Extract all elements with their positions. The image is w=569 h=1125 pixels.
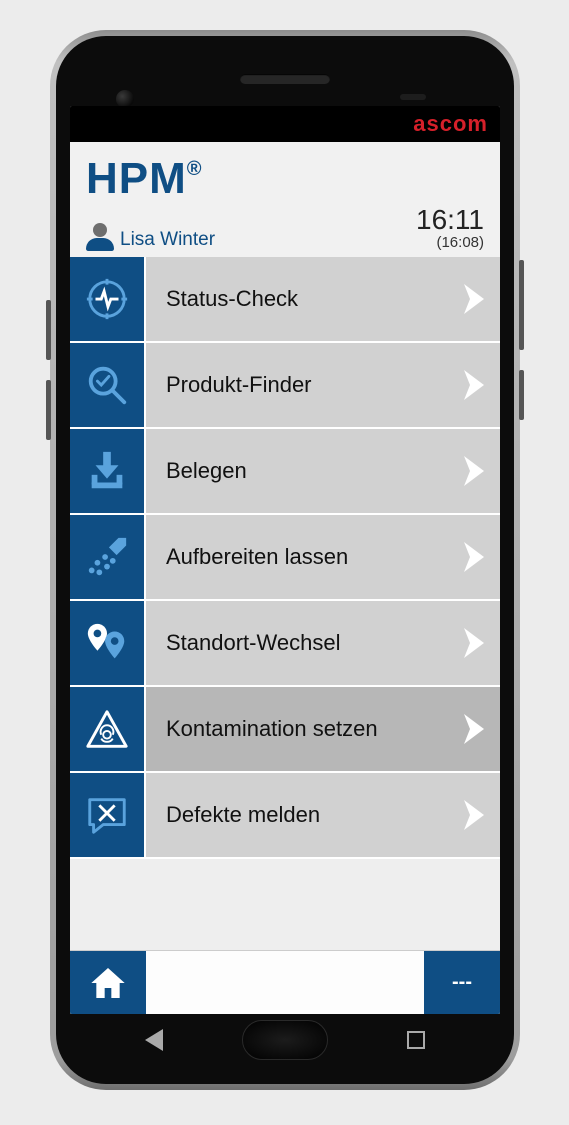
nav-home-button[interactable] <box>242 1020 328 1060</box>
menu-item-kontamination[interactable]: Kontamination setzen <box>70 687 500 773</box>
clock-current: 16:11 <box>416 206 484 234</box>
menu-item-aufbereiten[interactable]: Aufbereiten lassen <box>70 515 500 601</box>
main-menu: Status-Check Produkt-Finder <box>70 257 500 950</box>
biohazard-icon <box>70 687 146 771</box>
android-nav-bar <box>56 1014 514 1066</box>
device-bezel: ascom HPM® Lisa Winter 16:11 (16:0 <box>56 36 514 1084</box>
app-header: HPM® Lisa Winter 16:11 (16:08) <box>70 142 500 257</box>
menu-spacer <box>70 859 500 950</box>
volume-up-button[interactable] <box>46 300 51 360</box>
nav-recent-button[interactable] <box>407 1031 425 1049</box>
menu-label: Belegen <box>166 458 247 484</box>
clock-sub: (16:08) <box>416 234 484 251</box>
chevron-right-icon <box>464 800 484 830</box>
menu-item-standort-wechsel[interactable]: Standort-Wechsel <box>70 601 500 687</box>
pulse-target-icon <box>70 257 146 341</box>
chevron-right-icon <box>464 370 484 400</box>
menu-label: Standort-Wechsel <box>166 630 340 656</box>
volume-down-button[interactable] <box>46 380 51 440</box>
more-label: --- <box>452 971 472 994</box>
power-button[interactable] <box>519 260 524 350</box>
home-button[interactable] <box>70 951 146 1014</box>
menu-label: Kontamination setzen <box>166 716 378 742</box>
location-swap-icon <box>70 601 146 685</box>
user-icon <box>86 223 114 251</box>
tools-chat-icon <box>70 773 146 857</box>
speaker-grill <box>240 74 330 84</box>
menu-item-status-check[interactable]: Status-Check <box>70 257 500 343</box>
menu-label: Defekte melden <box>166 802 320 828</box>
menu-item-produkt-finder[interactable]: Produkt-Finder <box>70 343 500 429</box>
app-logo: HPM® <box>86 154 484 204</box>
more-button[interactable]: --- <box>424 951 500 1014</box>
chevron-right-icon <box>464 628 484 658</box>
user-block[interactable]: Lisa Winter <box>86 223 215 251</box>
chevron-right-icon <box>464 542 484 572</box>
app-footer: --- <box>70 950 500 1014</box>
status-bar: ascom <box>70 106 500 142</box>
download-tray-icon <box>70 429 146 513</box>
home-icon <box>88 963 128 1003</box>
device-brand-label: ascom <box>413 111 488 137</box>
screen: ascom HPM® Lisa Winter 16:11 (16:0 <box>70 106 500 1014</box>
menu-label: Aufbereiten lassen <box>166 544 348 570</box>
clock: 16:11 (16:08) <box>416 206 484 251</box>
chevron-right-icon <box>464 714 484 744</box>
proximity-sensor <box>400 94 426 100</box>
menu-item-belegen[interactable]: Belegen <box>70 429 500 515</box>
magnifier-check-icon <box>70 343 146 427</box>
chevron-right-icon <box>464 456 484 486</box>
registered-mark: ® <box>187 158 203 181</box>
app-title: HPM <box>86 154 187 204</box>
side-button[interactable] <box>519 370 524 420</box>
app-root: HPM® Lisa Winter 16:11 (16:08) <box>70 142 500 1014</box>
menu-label: Produkt-Finder <box>166 372 312 398</box>
user-name-label: Lisa Winter <box>120 229 215 251</box>
chevron-right-icon <box>464 284 484 314</box>
spray-icon <box>70 515 146 599</box>
menu-item-defekte-melden[interactable]: Defekte melden <box>70 773 500 859</box>
device-frame: ascom HPM® Lisa Winter 16:11 (16:0 <box>50 30 520 1090</box>
nav-back-button[interactable] <box>145 1029 163 1051</box>
menu-label: Status-Check <box>166 286 298 312</box>
